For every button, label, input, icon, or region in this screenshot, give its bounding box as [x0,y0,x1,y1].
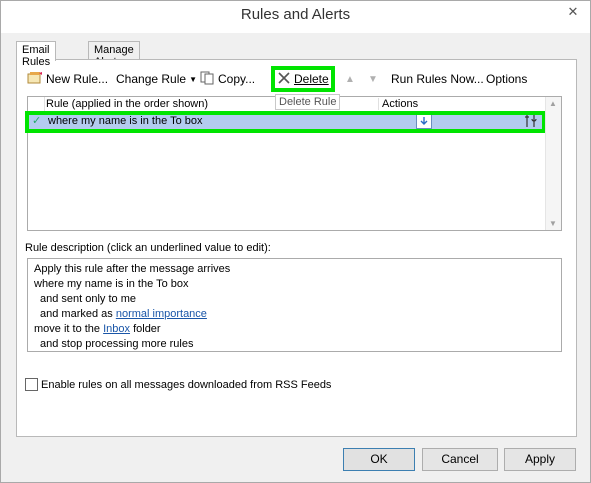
rss-rules-option[interactable]: Enable rules on all messages downloaded … [25,378,331,391]
rss-checkbox[interactable] [25,378,38,391]
rules-and-alerts-dialog: Rules and Alerts ✕ Email Rules Manage Al… [0,0,591,483]
rss-label: Enable rules on all messages downloaded … [41,378,332,391]
change-rule-label: Change Rule [116,72,187,86]
new-rule-icon [27,71,43,88]
delete-rule-tooltip: Delete Rule [275,94,341,110]
scroll-down-icon[interactable]: ▼ [549,219,557,228]
new-rule-label: New Rule... [46,72,109,86]
scroll-up-icon[interactable]: ▲ [549,99,557,108]
desc-line: where my name is in the To box [34,278,189,290]
row-highlight-box [25,111,546,133]
description-label: Rule description (click an underlined va… [25,242,271,254]
desc-line: and stop processing more rules [40,338,194,350]
desc-line: and marked as normal importance [34,307,555,322]
tab-manage-alerts[interactable]: Manage Alerts [88,41,140,68]
rules-list: Rule (applied in the order shown) Action… [25,96,562,231]
options-button[interactable]: Options [486,70,527,88]
desc-line: move it to the Inbox folder [34,322,555,337]
delete-highlight-box [271,66,335,92]
apply-button[interactable]: Apply [504,448,576,471]
email-rules-panel: New Rule... Change Rule ▼ Copy... Delete… [16,59,577,437]
column-header-actions[interactable]: Actions [378,98,418,110]
new-rule-button[interactable]: New Rule... [27,70,108,88]
desc-line: and sent only to me [40,293,137,305]
rule-description-box: Apply this rule after the message arrive… [27,258,562,352]
move-down-icon[interactable]: ▼ [368,70,378,88]
desc-text: move it to the [34,323,104,335]
inbox-folder-link[interactable]: Inbox [103,323,130,335]
run-rules-now-label: Run Rules Now... [391,72,484,86]
rules-toolbar: New Rule... Change Rule ▼ Copy... Delete… [27,66,567,92]
run-rules-now-button[interactable]: Run Rules Now... [391,70,484,88]
desc-text: folder [130,323,161,335]
tab-email-rules[interactable]: Email Rules [16,41,57,68]
vertical-scrollbar[interactable]: ▲ ▼ [545,97,561,230]
options-label: Options [486,72,528,86]
copy-icon [199,71,215,88]
importance-link[interactable]: normal importance [116,308,207,320]
change-rule-button[interactable]: Change Rule ▼ [116,70,197,88]
column-header-rule[interactable]: Rule (applied in the order shown) [46,98,208,110]
desc-line: Apply this rule after the message arrive… [34,263,231,275]
cancel-button[interactable]: Cancel [422,448,498,471]
copy-button[interactable]: Copy... [199,70,255,88]
move-up-icon[interactable]: ▲ [345,70,355,88]
desc-text: and marked as [40,308,116,320]
title-bar: Rules and Alerts ✕ [1,1,590,33]
ok-button[interactable]: OK [343,448,415,471]
close-button[interactable]: ✕ [564,3,582,21]
copy-label: Copy... [218,72,256,86]
chevron-down-icon: ▼ [189,74,197,84]
window-title: Rules and Alerts [240,6,351,23]
